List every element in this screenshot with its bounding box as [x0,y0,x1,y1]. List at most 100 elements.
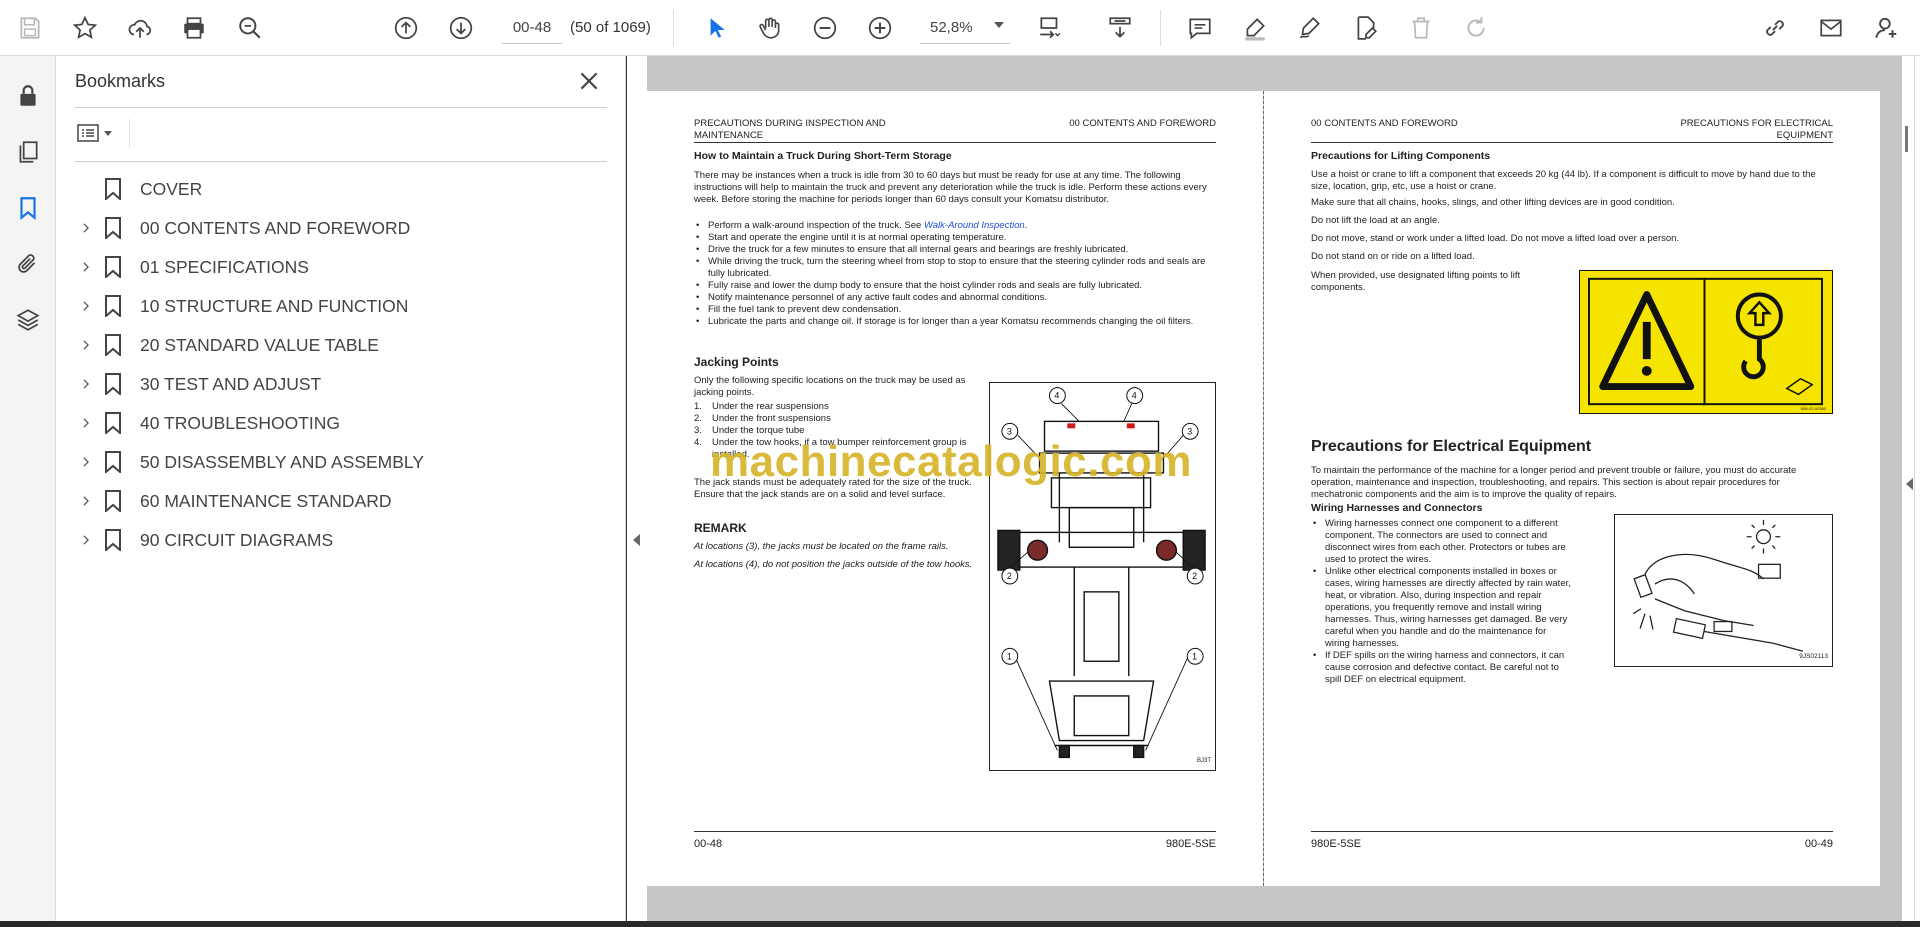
scrollbar-thumb[interactable] [1905,126,1908,152]
list-text: Under the torque tube [712,425,805,436]
page-number-input[interactable]: 00-48 [502,12,562,44]
header-rule [694,142,1216,143]
paragraph: Do not lift the load at an angle. [1311,215,1440,226]
list-number: 1. [694,401,702,412]
list-item: 3. Under the torque tube [694,425,989,437]
chevron-right-icon[interactable] [76,530,96,550]
model-code: 980E-5SE [1165,838,1216,850]
svg-text:4: 4 [1132,391,1137,401]
toolbar-divider [673,10,674,46]
close-icon[interactable] [576,68,602,94]
list-text: Under the front suspensions [712,413,831,424]
attachment-icon[interactable] [10,246,46,282]
account-icon[interactable] [1866,8,1906,48]
pages-icon[interactable] [10,134,46,170]
bookmark-icon [104,529,122,553]
list-number: 3. [694,425,702,436]
chevron-right-icon[interactable] [76,413,96,433]
bookmark-item[interactable]: 20 STANDARD VALUE TABLE [76,330,379,360]
paragraph: There may be instances when a truck is i… [694,170,1207,205]
list-number: 2. [694,413,702,424]
bookmark-label: 40 TROUBLESHOOTING [140,412,341,433]
page-count-label: (50 of 1069) [570,19,651,36]
sign-icon[interactable] [1290,8,1330,48]
bookmark-item[interactable]: COVER [76,174,202,204]
print-icon[interactable] [174,8,214,48]
chevron-right-icon[interactable] [76,335,96,355]
list-item: Lubricate the parts and change oil. If s… [694,316,1216,328]
fit-page-icon[interactable] [1030,8,1070,48]
section-heading: Precautions for Lifting Components [1311,150,1491,162]
document-viewport[interactable]: PRECAUTIONS DURING INSPECTION AND MAINTEN… [647,56,1902,921]
chevron-right-icon[interactable] [76,452,96,472]
section-heading: How to Maintain a Truck During Short-Ter… [694,150,952,162]
section-heading: Precautions for Electrical Equipment [1311,438,1592,455]
bookmark-item[interactable]: 10 STRUCTURE AND FUNCTION [76,291,408,321]
zoom-level-value: 52,8% [930,19,973,36]
chevron-right-icon[interactable] [76,218,96,238]
divider [75,161,607,162]
cursor-icon[interactable] [696,8,736,48]
paragraph: Use a hoist or crane to lift a component… [1311,169,1816,192]
list-item: Perform a walk-around inspection of the … [694,220,1216,232]
delete-icon[interactable] [1401,8,1441,48]
highlight-icon[interactable] [1235,8,1275,48]
edit-pdf-icon[interactable] [1346,8,1386,48]
link-icon[interactable] [1755,8,1795,48]
bullet-list: Wiring harnesses connect one component t… [1311,518,1573,686]
right-panel-toggle[interactable] [1914,56,1920,921]
wiring-harness-figure: 9JS02113 [1614,514,1833,667]
bookmark-icon [104,334,122,358]
chevron-right-icon[interactable] [76,296,96,316]
chevron-right-icon[interactable] [76,257,96,277]
bookmark-item[interactable]: 30 TEST AND ADJUST [76,369,321,399]
header-rule [1311,142,1833,143]
expand-right-panel-icon[interactable] [1906,478,1913,490]
bookmark-item[interactable]: 90 CIRCUIT DIAGRAMS [76,525,333,555]
bookmark-label: 90 CIRCUIT DIAGRAMS [140,529,334,550]
bookmark-options-button[interactable] [76,118,118,148]
bookmark-item[interactable]: 00 CONTENTS AND FOREWORD [76,213,410,243]
bookmark-item[interactable]: 60 MAINTENANCE STANDARD [76,486,392,516]
walk-around-inspection-link[interactable]: Walk-Around Inspection [924,220,1025,231]
lock-icon[interactable] [10,78,46,114]
zoom-level-select[interactable]: 52,8% [920,12,1010,44]
list-item: Drive the truck for a few minutes to ens… [694,244,1216,256]
bookmark-item[interactable]: 01 SPECIFICATIONS [76,252,309,282]
redo-icon[interactable] [1456,8,1496,48]
bottom-edge [0,921,1920,927]
bookmark-label: 00 CONTENTS AND FOREWORD [140,217,411,238]
svg-text:2: 2 [1192,571,1197,581]
bookmark-icon[interactable] [10,190,46,226]
page-00-48: PRECAUTIONS DURING INSPECTION AND MAINTEN… [647,91,1263,886]
page-header-left: 00 CONTENTS AND FOREWORD [1311,118,1458,129]
warning-pictogram [1588,277,1823,406]
star-icon[interactable] [65,8,105,48]
panel-splitter[interactable] [627,56,647,921]
page-up-icon[interactable] [386,8,426,48]
bookmark-item[interactable]: 50 DISASSEMBLY AND ASSEMBLY [76,447,424,477]
watermark-text: machinecatalogic.com [710,437,1192,486]
figure-code: 9JS02113 [1799,653,1828,660]
bookmark-label: 60 MAINTENANCE STANDARD [140,490,392,511]
scroll-mode-icon[interactable] [1100,8,1140,48]
page-down-icon[interactable] [441,8,481,48]
list-item: While driving the truck, turn the steeri… [694,256,1216,280]
save-icon[interactable] [10,8,50,48]
zoom-in-icon[interactable] [860,8,900,48]
comment-icon[interactable] [1180,8,1220,48]
collapse-panel-icon[interactable] [633,534,640,546]
bookmark-icon [104,178,122,202]
chevron-right-icon[interactable] [76,491,96,511]
mail-icon[interactable] [1811,8,1851,48]
chevron-right-icon[interactable] [76,374,96,394]
bookmark-item[interactable]: 40 TROUBLESHOOTING [76,408,340,438]
hand-icon[interactable] [750,8,790,48]
zoom-search-icon[interactable] [230,8,270,48]
zoom-out-icon[interactable] [805,8,845,48]
page-number: 00-49 [1804,838,1833,850]
bookmark-icon [104,490,122,514]
remark-text: At locations (4), do not position the ja… [694,559,973,570]
upload-icon[interactable] [120,8,160,48]
layers-icon[interactable] [10,302,46,338]
